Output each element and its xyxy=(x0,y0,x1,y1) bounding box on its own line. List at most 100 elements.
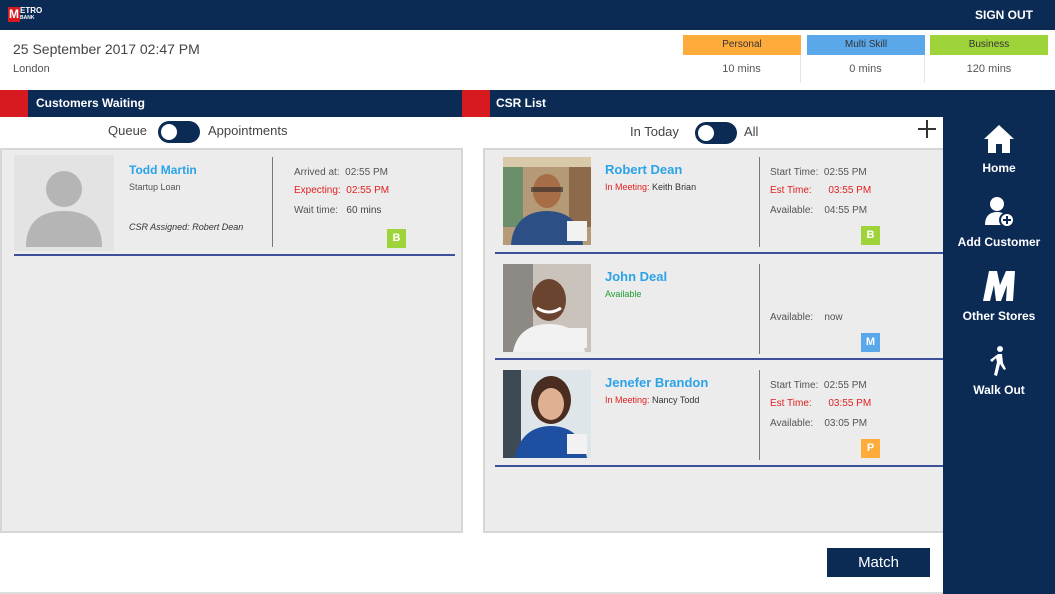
in-today-all-toggle-row: In Today All xyxy=(630,120,830,144)
arrived-value: 02:55 PM xyxy=(345,167,388,178)
section-title: Customers Waiting xyxy=(36,96,145,110)
csr-photo xyxy=(503,157,591,245)
sidebar-item-other-stores[interactable]: Other Stores xyxy=(943,269,1055,323)
queue-label: Multi Skill xyxy=(807,35,925,55)
card-separator xyxy=(495,358,943,360)
start-time-row: Start Time: 02:55 PM xyxy=(770,167,867,178)
top-bar: M ETRO BANK SIGN OUT xyxy=(0,0,1055,30)
branch-location: London xyxy=(13,63,50,75)
sidebar-header xyxy=(943,90,1055,117)
csr-status: Available xyxy=(605,289,642,299)
csr-assigned: CSR Assigned: Robert Dean xyxy=(129,222,244,232)
queue-business: Business 120 mins xyxy=(930,35,1048,83)
csr-list-panel: Robert Dean In Meeting: Keith Brian Star… xyxy=(483,148,945,533)
card-separator xyxy=(495,465,943,467)
queue-appointments-toggle[interactable] xyxy=(158,121,200,143)
csr-name[interactable]: John Deal xyxy=(605,269,667,284)
status-value: Nancy Todd xyxy=(652,395,700,405)
wait-time-row: Wait time: 60 mins xyxy=(294,205,381,216)
est-label: Est Time: xyxy=(770,398,812,409)
metro-bank-logo: M ETRO BANK xyxy=(8,6,43,24)
est-label: Est Time: xyxy=(770,185,812,196)
csr-card[interactable]: Robert Dean In Meeting: Keith Brian Star… xyxy=(495,155,945,255)
logo-letter: M xyxy=(8,7,20,22)
customer-avatar xyxy=(14,155,114,251)
divider xyxy=(759,264,760,354)
customer-card[interactable]: Todd Martin Startup Loan CSR Assigned: R… xyxy=(14,155,454,255)
logo-text-bottom: BANK xyxy=(20,15,35,21)
start-label: Start Time: xyxy=(770,167,819,178)
queue-wait: 120 mins xyxy=(966,63,1012,75)
match-button[interactable]: Match xyxy=(827,548,930,577)
wait-value: 60 mins xyxy=(346,205,382,216)
header-accent xyxy=(462,90,490,117)
divider xyxy=(759,370,760,460)
header-accent xyxy=(0,90,28,117)
sidebar-item-add-customer[interactable]: Add Customer xyxy=(943,195,1055,249)
csr-name[interactable]: Robert Dean xyxy=(605,162,682,177)
queue-appointments-toggle-row: Queue Appointments xyxy=(108,120,368,144)
csr-photo xyxy=(503,370,591,458)
queue-label: Business xyxy=(930,35,1048,55)
csr-status: In Meeting: Nancy Todd xyxy=(605,395,699,405)
metro-m-icon xyxy=(983,271,1015,301)
toggle-label-in-today: In Today xyxy=(630,124,679,139)
walking-person-icon xyxy=(990,346,1006,376)
start-value: 02:55 PM xyxy=(823,380,867,391)
available-row: Available: 03:05 PM xyxy=(770,418,867,429)
toggle-label-all: All xyxy=(744,124,759,139)
expecting-row: Expecting: 02:55 PM xyxy=(294,185,389,196)
csr-name[interactable]: Jenefer Brandon xyxy=(605,375,708,390)
queue-wait: 10 mins xyxy=(683,55,801,83)
status-label: In Meeting: xyxy=(605,395,650,405)
expecting-value: 02:55 PM xyxy=(346,185,390,196)
customers-waiting-panel: Todd Martin Startup Loan CSR Assigned: R… xyxy=(0,148,463,533)
available-value: 03:05 PM xyxy=(824,418,868,429)
default-avatar-icon xyxy=(26,171,102,247)
available-label: Available: xyxy=(770,205,814,216)
status-value: Keith Brian xyxy=(652,182,697,192)
available-label: Available: xyxy=(770,418,814,429)
arrived-at-row: Arrived at: 02:55 PM xyxy=(294,167,388,178)
in-today-all-toggle[interactable] xyxy=(695,122,737,144)
sidebar-item-label: Home xyxy=(982,161,1016,175)
csr-skill-badge: B xyxy=(861,226,880,245)
start-time-row: Start Time: 02:55 PM xyxy=(770,380,867,391)
sidebar-item-label: Walk Out xyxy=(973,383,1025,397)
start-label: Start Time: xyxy=(770,380,819,391)
customer-service-type: Startup Loan xyxy=(129,182,181,192)
available-row: Available: now xyxy=(770,312,843,323)
queue-wait: 0 mins xyxy=(807,55,925,83)
sidebar-nav: Home Add Customer Other Stores Walk Out xyxy=(943,117,1055,594)
status-label: In Meeting: xyxy=(605,182,650,192)
queue-personal: Personal 10 mins xyxy=(683,35,801,83)
info-bar: 25 September 2017 02:47 PM London Person… xyxy=(0,30,1055,90)
logo-text-top: ETRO xyxy=(20,6,43,15)
sidebar-item-home[interactable]: Home xyxy=(943,123,1055,175)
csr-skill-badge: P xyxy=(861,439,880,458)
customer-type-badge: B xyxy=(387,229,406,248)
csr-status: In Meeting: Keith Brian xyxy=(605,182,696,192)
csr-card[interactable]: Jenefer Brandon In Meeting: Nancy Todd S… xyxy=(495,368,945,468)
csr-skill-badge: M xyxy=(861,333,880,352)
add-csr-plus-icon[interactable] xyxy=(918,120,936,138)
available-label: Available: xyxy=(770,312,814,323)
toggle-label-appointments: Appointments xyxy=(208,123,288,138)
sidebar-item-label: Add Customer xyxy=(957,235,1041,249)
sidebar-item-walk-out[interactable]: Walk Out xyxy=(943,345,1055,397)
customers-waiting-header: Customers Waiting xyxy=(0,90,462,117)
divider xyxy=(272,157,273,247)
divider xyxy=(759,157,760,247)
sign-out-button[interactable]: SIGN OUT xyxy=(975,8,1033,22)
est-value: 03:55 PM xyxy=(828,185,872,196)
card-separator xyxy=(495,252,943,254)
est-time-row: Est Time: 03:55 PM xyxy=(770,185,871,196)
section-title: CSR List xyxy=(496,96,547,110)
available-row: Available: 04:55 PM xyxy=(770,205,867,216)
expecting-label: Expecting: xyxy=(294,185,341,196)
available-value: now xyxy=(824,312,843,323)
customer-name[interactable]: Todd Martin xyxy=(129,163,197,177)
start-value: 02:55 PM xyxy=(823,167,867,178)
csr-card[interactable]: John Deal Available Available: now M xyxy=(495,262,945,362)
add-customer-icon xyxy=(985,197,1015,228)
